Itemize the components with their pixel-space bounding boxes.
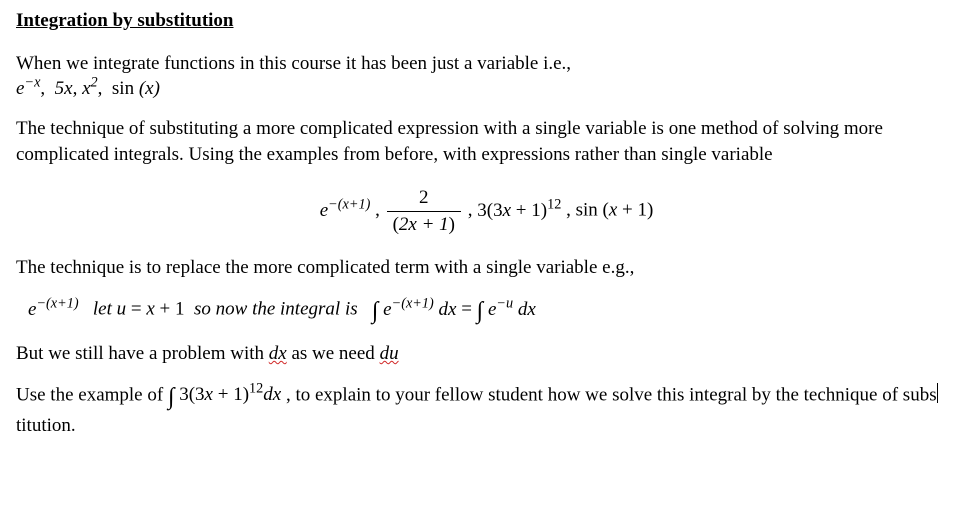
integral-e-neg-u-dx: ∫ e−u dx: [477, 299, 536, 320]
expr-e-neg-xplus1: e−(x+1): [320, 200, 375, 221]
intro-math-examples: e−x, 5x, x2, sin (x): [16, 78, 160, 99]
text: as we need: [287, 343, 380, 364]
intro-line1: When we integrate functions in this cour…: [16, 53, 571, 74]
text: But we still have a problem with: [16, 343, 269, 364]
integral-e-neg-xplus1-dx: ∫ e−(x+1) dx: [372, 299, 461, 320]
document-page: Integration by substitution When we inte…: [0, 0, 973, 473]
replace-paragraph: The technique is to replace the more com…: [16, 255, 957, 281]
expr-e-neg-xplus1: e−(x+1): [28, 299, 83, 320]
fraction-numerator: 2: [387, 185, 461, 211]
separator: ,: [566, 200, 576, 221]
superscript: −(x+1): [328, 196, 370, 212]
wavy-underline-du: du: [380, 343, 399, 364]
text: Use the example of: [16, 384, 168, 405]
problem-dx-paragraph: But we still have a problem with dx as w…: [16, 341, 957, 367]
wavy-underline-dx: dx: [269, 343, 287, 364]
integral-sign-icon: ∫: [477, 295, 484, 327]
integral-sign-icon: ∫: [372, 295, 379, 327]
text-cursor-icon: [937, 383, 938, 403]
section-title: Integration by substitution: [16, 8, 234, 35]
separator: ,: [375, 200, 385, 221]
equals-sign: =: [461, 299, 476, 320]
display-equation: e−(x+1) , 2 (2x + 1) , 3(3x + 1)12 , sin…: [16, 185, 957, 237]
let-u-equals: let u = x + 1 so now the integral is: [83, 299, 367, 320]
fraction-2-over-2xplus1: 2 (2x + 1): [387, 185, 461, 237]
substitution-line: e−(x+1) let u = x + 1 so now the integra…: [28, 295, 957, 327]
intro-paragraph: When we integrate functions in this cour…: [16, 51, 957, 102]
text: , to explain to your fellow student how …: [286, 384, 937, 405]
task-integral: ∫ 3(3x + 1)12dx: [168, 384, 286, 405]
text: titution.: [16, 415, 76, 436]
fraction-denominator: (2x + 1): [387, 211, 461, 238]
separator: ,: [463, 200, 477, 221]
integral-sign-icon: ∫: [168, 381, 175, 413]
expr-3-3xplus1-pow12: 3(3x + 1)12: [477, 200, 566, 221]
technique-paragraph: The technique of substituting a more com…: [16, 116, 957, 167]
superscript: 12: [547, 196, 561, 212]
task-paragraph: Use the example of ∫ 3(3x + 1)12dx , to …: [16, 381, 957, 439]
expr-sin-xplus1: sin (x + 1): [576, 200, 654, 221]
